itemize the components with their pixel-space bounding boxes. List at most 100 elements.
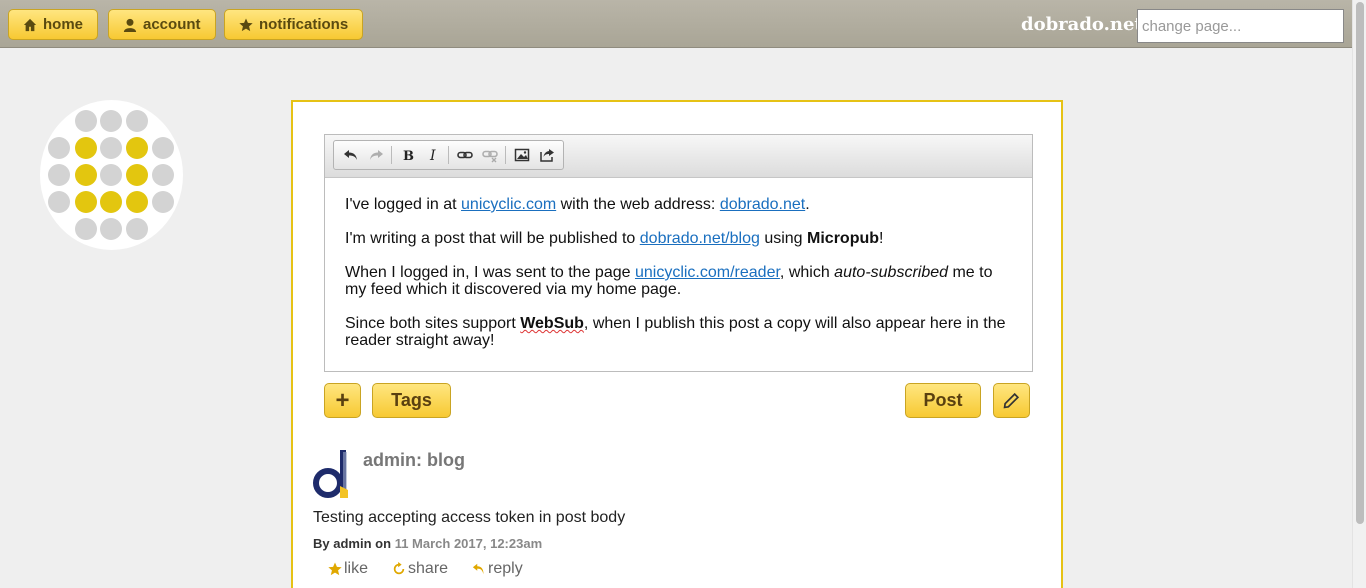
user-icon	[123, 18, 137, 32]
italic-button[interactable]: I	[420, 143, 445, 167]
content-paragraph: I'm writing a post that will be publishe…	[345, 230, 1015, 247]
text: with the web address:	[556, 196, 720, 213]
content-paragraph: When I logged in, I was sent to the page…	[345, 264, 1015, 298]
post-editor[interactable]: B I I've logged in at unicyclic.com with…	[324, 134, 1033, 372]
toolbar-separator	[505, 146, 506, 164]
share-button[interactable]	[534, 143, 559, 167]
italic-text: auto-subscribed	[834, 264, 949, 281]
avatar-dot	[48, 137, 70, 159]
image-button[interactable]	[509, 143, 534, 167]
text: Since both sites support	[345, 315, 521, 332]
account-label: account	[143, 16, 201, 33]
star-icon	[328, 562, 342, 576]
toolbar-separator	[391, 146, 392, 164]
text: .	[805, 196, 810, 213]
text: When I logged in, I was sent to the page	[345, 264, 635, 281]
redo-icon	[369, 150, 383, 160]
content-paragraph: Since both sites support WebSub, when I …	[345, 315, 1015, 349]
content-paragraph: I've logged in at unicyclic.com with the…	[345, 196, 1015, 213]
svg-text:I: I	[429, 148, 436, 163]
avatar-dot	[100, 164, 122, 186]
post-button[interactable]: Post	[905, 383, 981, 418]
link-icon	[456, 151, 473, 159]
link-button[interactable]	[452, 143, 477, 167]
avatar-dot	[75, 110, 97, 132]
site-avatar	[40, 100, 183, 250]
text: using	[759, 230, 808, 247]
bold-text: WebSub	[520, 315, 584, 332]
post-author[interactable]: admin	[333, 536, 371, 551]
text: I'm writing a post that will be publishe…	[345, 230, 640, 247]
editor-content[interactable]: I've logged in at unicyclic.com with the…	[345, 196, 1015, 366]
top-bar: home account notifications dobrado.net	[0, 0, 1352, 48]
add-button[interactable]: +	[324, 383, 361, 418]
reply-icon	[472, 563, 484, 575]
edit-button[interactable]	[993, 383, 1030, 418]
svg-text:B: B	[403, 149, 414, 163]
link-unicyclic[interactable]: unicyclic.com	[461, 196, 556, 213]
on-label: on	[375, 536, 392, 551]
notifications-button[interactable]: notifications	[224, 9, 364, 40]
avatar-dot	[75, 137, 97, 159]
toolbar-separator	[448, 146, 449, 164]
bold-button[interactable]: B	[395, 143, 420, 167]
avatar-dot	[126, 137, 148, 159]
avatar-dot	[100, 137, 122, 159]
by-label: By	[313, 536, 330, 551]
post-meta: By admin on 11 March 2017, 12:23am	[313, 536, 542, 551]
post-title[interactable]: admin: blog	[363, 450, 465, 471]
change-page-input[interactable]	[1137, 9, 1344, 43]
editor-toolbar-group: B I	[333, 140, 564, 170]
account-button[interactable]: account	[108, 9, 216, 40]
unlink-button[interactable]	[477, 143, 502, 167]
post-actions: like share reply	[328, 560, 547, 578]
avatar-dot	[75, 164, 97, 186]
editor-toolbar: B I	[325, 135, 1032, 178]
scrollbar[interactable]	[1352, 0, 1366, 588]
notifications-label: notifications	[259, 16, 349, 33]
bold-icon: B	[403, 149, 414, 163]
like-label: like	[344, 560, 369, 577]
avatar-dot	[126, 164, 148, 186]
avatar-dot	[126, 218, 148, 240]
avatar-dot	[100, 191, 122, 213]
text: , which	[779, 264, 835, 281]
reply-button[interactable]: reply	[472, 560, 523, 578]
avatar-dot	[152, 191, 174, 213]
share-label: share	[408, 560, 449, 577]
avatar-dot	[48, 164, 70, 186]
undo-button[interactable]	[338, 143, 363, 167]
reply-label: reply	[488, 560, 523, 577]
scrollbar-thumb[interactable]	[1356, 2, 1364, 524]
share-icon	[539, 149, 554, 162]
avatar-dot	[75, 191, 97, 213]
link-dobrado[interactable]: dobrado.net	[720, 196, 805, 213]
site-name[interactable]: dobrado.net	[1021, 14, 1143, 35]
avatar-dot	[100, 110, 122, 132]
avatar-dot	[100, 218, 122, 240]
link-unicyclic-reader[interactable]: unicyclic.com/reader	[635, 264, 780, 281]
image-icon	[514, 148, 529, 162]
link-dobrado-blog[interactable]: dobrado.net/blog	[640, 230, 760, 247]
post-body: Testing accepting access token in post b…	[313, 509, 626, 526]
home-icon	[23, 18, 37, 31]
tags-button[interactable]: Tags	[372, 383, 451, 418]
avatar-dot	[152, 137, 174, 159]
home-label: home	[43, 16, 84, 33]
post-date[interactable]: 11 March 2017, 12:23am	[395, 536, 542, 551]
share-post-button[interactable]: share	[392, 560, 448, 578]
pencil-icon	[1003, 392, 1020, 409]
refresh-icon	[393, 562, 405, 575]
main-panel: B I I've logged in at unicyclic.com with…	[291, 100, 1063, 588]
avatar-dot	[48, 191, 70, 213]
like-button[interactable]: like	[328, 560, 368, 578]
home-button[interactable]: home	[8, 9, 99, 40]
undo-icon	[343, 150, 357, 160]
avatar-dot	[126, 110, 148, 132]
avatar-dot	[126, 191, 148, 213]
avatar-dot	[152, 164, 174, 186]
avatar-dot	[75, 218, 97, 240]
text: !	[879, 230, 884, 247]
unlink-icon	[481, 150, 498, 163]
redo-button[interactable]	[363, 143, 388, 167]
